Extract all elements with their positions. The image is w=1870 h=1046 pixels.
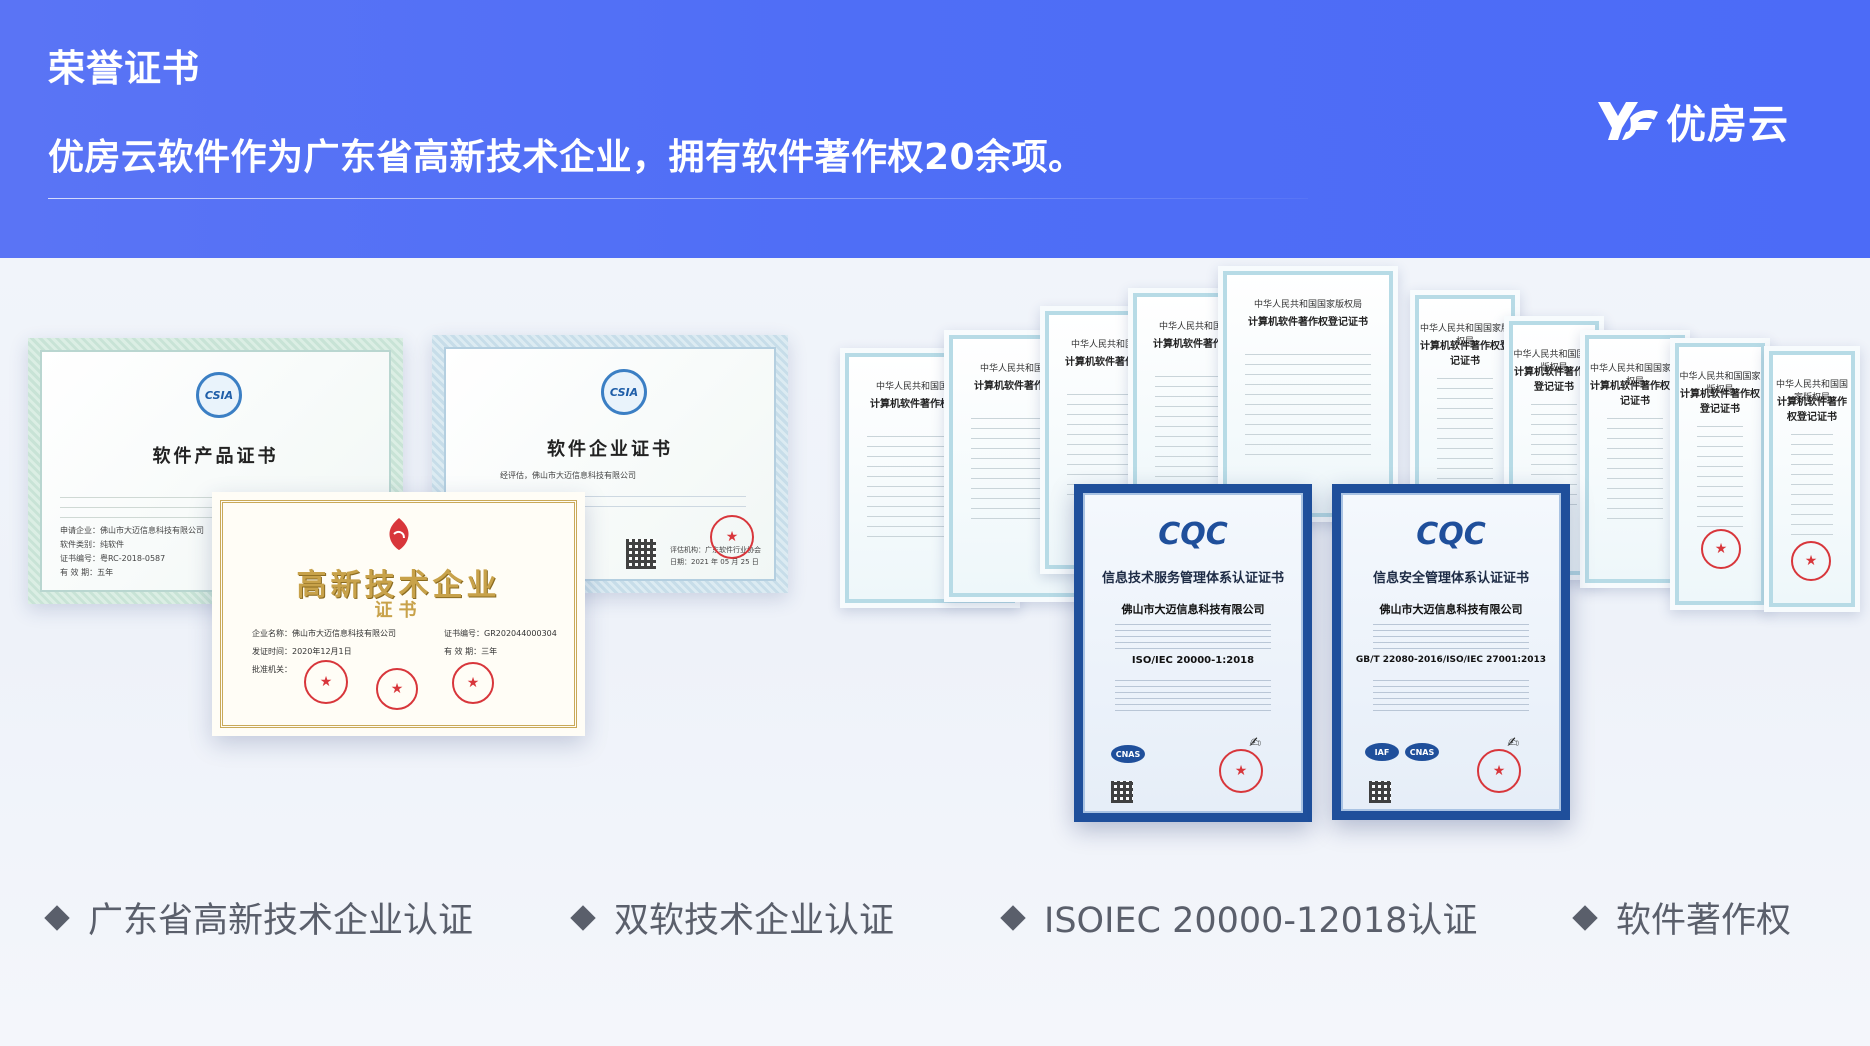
copyright-certificate: 中华人民共和国国家版权局 计算机软件著作权登记证书 ★ (1670, 338, 1770, 610)
diamond-bullet-icon (1572, 904, 1598, 931)
csia-badge-icon: CSIA (196, 372, 242, 418)
feature-item: 软件著作权 (1572, 892, 1791, 943)
page-subtitle: 优房云软件作为广东省高新技术企业，拥有软件著作权20余项。 (48, 137, 1085, 178)
cnas-badge-icon: CNAS (1111, 745, 1145, 763)
category-line: 软件类别：纯软件 (60, 540, 124, 549)
date-field: 发证时间：2020年12月1日 (252, 647, 352, 656)
red-seal-icon: ★ (304, 660, 348, 704)
logo-text: 优房云 (1666, 102, 1789, 148)
cert-title: 软件企业证书 (547, 439, 673, 460)
validity-field: 有 效 期：三年 (444, 647, 498, 656)
cert-title: 信息安全管理体系认证证书 (1372, 571, 1529, 586)
feature-label: 软件著作权 (1616, 901, 1792, 941)
cert-no-line: 证书编号：粤RC-2018-0587 (60, 554, 166, 563)
cnas-badge-icon: CNAS (1405, 743, 1439, 761)
red-seal-icon: ★ (1791, 541, 1831, 581)
header-banner: 荣誉证书 优房云软件作为广东省高新技术企业，拥有软件著作权20余项。 优房云 (0, 0, 1870, 258)
cqc-logo-icon: CQC (1416, 517, 1486, 552)
red-seal-icon: ★ (710, 515, 754, 559)
company-field: 企业名称：佛山市大迈信息科技有限公司 (252, 629, 396, 638)
feature-list: 广东省高新技术企业认证 双软技术企业认证 ISOIEC 20000-12018认… (0, 880, 1870, 950)
csia-badge-icon: CSIA (601, 369, 647, 415)
qr-code-icon (626, 539, 656, 569)
cert-standard: ISO/IEC 20000-1:2018 (1131, 655, 1255, 666)
cert-body-line: 经评估，佛山市大迈信息科技有限公司 (500, 471, 636, 480)
company-line: 申请企业：佛山市大迈信息科技有限公司 (60, 526, 204, 535)
page-title: 荣誉证书 (48, 47, 200, 90)
high-tech-enterprise-certificate: 高新技术企业 证书 企业名称：佛山市大迈信息科技有限公司 证书编号：GR2020… (212, 492, 585, 736)
cert-subtitle: 证书 (374, 600, 423, 621)
cqc-logo-icon: CQC (1158, 517, 1228, 552)
national-emblem-icon (389, 518, 409, 550)
yf-logo-icon (1598, 102, 1658, 140)
feature-label: 双软技术企业认证 (614, 901, 895, 941)
iso-20000-certificate: CQC 信息技术服务管理体系认证证书 佛山市大迈信息科技有限公司 ISO/IEC… (1074, 484, 1312, 822)
red-seal-icon: ★ (376, 668, 418, 710)
diamond-bullet-icon (44, 904, 70, 931)
iso-27001-certificate: CQC 信息安全管理体系认证证书 佛山市大迈信息科技有限公司 GB/T 2208… (1332, 484, 1570, 820)
authority-field: 批准机关： (252, 665, 292, 674)
red-seal-icon: ★ (1219, 749, 1263, 793)
diamond-bullet-icon (1000, 904, 1026, 931)
iaf-badge-icon: IAF (1365, 743, 1399, 761)
feature-label: 广东省高新技术企业认证 (88, 901, 474, 941)
diamond-bullet-icon (570, 904, 596, 931)
validity-line: 有 效 期：五年 (60, 568, 114, 577)
feature-item: 双软技术企业认证 (570, 892, 894, 943)
date-line: 日期：2021 年 05 月 25 日 (670, 558, 759, 566)
cert-company: 佛山市大迈信息科技有限公司 (1379, 603, 1523, 616)
signature: ✍ (1507, 735, 1519, 751)
header-divider (48, 198, 1308, 199)
red-seal-icon: ★ (452, 662, 494, 704)
red-seal-icon: ★ (1701, 529, 1741, 569)
qr-code-icon (1369, 781, 1391, 803)
cert-company: 佛山市大迈信息科技有限公司 (1121, 603, 1265, 616)
cert-title: 信息技术服务管理体系认证证书 (1101, 571, 1284, 586)
feature-item: ISOIEC 20000-12018认证 (1000, 892, 1477, 943)
feature-label: ISOIEC 20000-12018认证 (1044, 901, 1478, 941)
copyright-certificate: 中华人民共和国国家版权局 计算机软件著作权登记证书 ★ (1764, 346, 1860, 612)
qr-code-icon (1111, 781, 1133, 803)
cert-title: 软件产品证书 (152, 446, 279, 467)
cert-no-field: 证书编号：GR202044000304 (444, 629, 557, 638)
brand-logo: 优房云 (1596, 92, 1789, 150)
signature: ✍ (1249, 735, 1261, 751)
cert-standard: GB/T 22080-2016/ISO/IEC 27001:2013 (1355, 655, 1547, 665)
feature-item: 广东省高新技术企业认证 (44, 892, 473, 943)
red-seal-icon: ★ (1477, 749, 1521, 793)
